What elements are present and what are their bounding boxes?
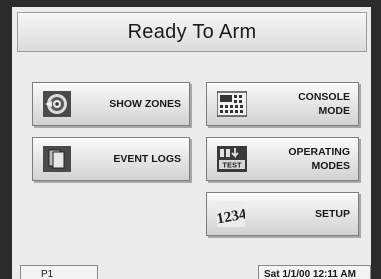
console-mode-label: CONSOLE MODE — [298, 91, 350, 117]
target-icon — [43, 91, 71, 117]
event-logs-button[interactable]: EVENT LOGS — [32, 137, 190, 181]
setup-button[interactable]: 1234 SETUP — [206, 192, 359, 236]
test-mode-icon: TEST — [217, 146, 247, 172]
keypad-icon — [216, 91, 248, 117]
show-zones-label: SHOW ZONES — [109, 98, 181, 110]
event-logs-label: EVENT LOGS — [113, 153, 181, 165]
partition-label: P1 — [41, 268, 54, 279]
touchscreen: Ready To Arm SHOW ZONES EVENT LOGS CONSO… — [12, 7, 371, 279]
operating-modes-label: OPERATING MODES — [288, 146, 350, 172]
datetime-label: Sat 1/1/00 12:11 AM — [264, 268, 356, 279]
operating-modes-button[interactable]: TEST OPERATING MODES — [206, 137, 359, 181]
page-title: Ready To Arm — [127, 20, 257, 43]
document-stack-icon — [43, 146, 71, 172]
setup-label: SETUP — [314, 208, 350, 220]
device-frame: Ready To Arm SHOW ZONES EVENT LOGS CONSO… — [0, 0, 381, 279]
test-mode-icon-text: TEST — [222, 161, 242, 170]
console-mode-button[interactable]: CONSOLE MODE — [206, 82, 359, 126]
title-bar: Ready To Arm — [17, 12, 367, 52]
numbers-setup-icon: 1234 — [215, 201, 248, 227]
partition-indicator: P1 — [20, 265, 98, 279]
show-zones-button[interactable]: SHOW ZONES — [32, 82, 190, 126]
datetime-display: Sat 1/1/00 12:11 AM — [258, 265, 371, 279]
